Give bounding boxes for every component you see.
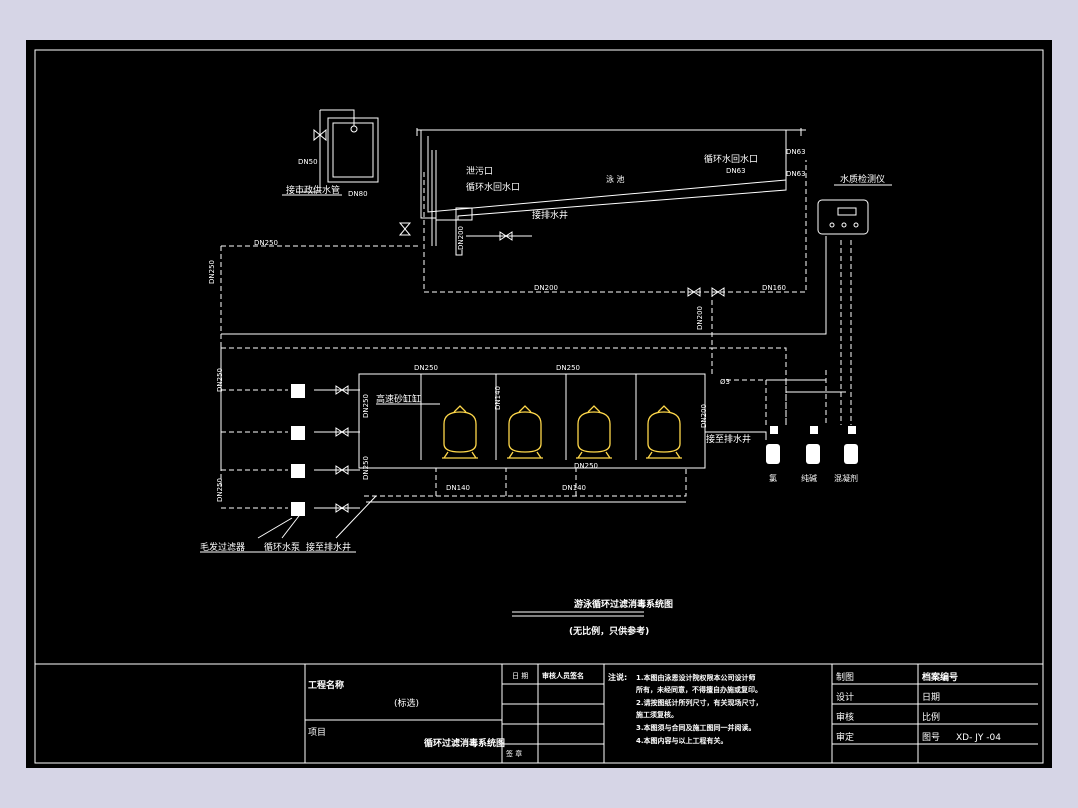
filter-room	[358, 373, 706, 469]
dosing-tank-soda	[806, 444, 820, 464]
note-1: 1.本图由泳恩设计院权限本公司设计师	[636, 673, 756, 682]
chem-2-label: 纯碱	[801, 473, 817, 483]
pipe-label-dn250-v3: DN250	[362, 394, 370, 418]
pipe-label-dn140: DN140	[494, 386, 502, 410]
sand-filter-1	[442, 405, 478, 459]
return-inlet-left-label: 循环水回水口	[466, 181, 520, 193]
drawing-note: (无比例，只供参考)	[569, 625, 649, 637]
date2-label: 日期	[922, 692, 940, 703]
main-return-loop	[220, 160, 807, 470]
sand-tank-label: 高速砂缸缸	[376, 393, 421, 405]
pipe-label-dn63-a: DN63	[726, 167, 746, 175]
pipe-label-dn250-v4: DN250	[362, 456, 370, 480]
float-valve-icon	[350, 125, 358, 133]
notes-label: 注说:	[608, 672, 627, 682]
pipe-label-dn200-b: DN200	[457, 226, 465, 250]
drain-outlet-label: 泄污口	[466, 165, 493, 177]
item-value: 循环过滤消毒系统图	[424, 737, 505, 749]
pipe-label-dn250-l2: DN250	[216, 368, 224, 392]
pipe-label-dn250-left: DN250	[208, 260, 216, 284]
pool-label: 泳 池	[606, 174, 625, 184]
pipe-label-dn140-b1: DN140	[446, 484, 470, 492]
analyzer-label: 水质检测仪	[840, 173, 885, 185]
pipe-label-dn80: DN80	[348, 190, 368, 198]
pipe-label-dn63-b: DN63	[786, 148, 806, 156]
drawing-border	[34, 49, 1044, 764]
pump-3-icon	[291, 464, 305, 478]
dosing-tanks	[766, 426, 858, 464]
pump-group	[221, 384, 360, 516]
pipe-label-dn250-h2: DN250	[556, 364, 580, 372]
seal-label: 签 章	[506, 749, 522, 758]
note-2: 所有，未经同意，不得擅自办施或复印。	[636, 685, 762, 694]
pipe-label-dn200-v6: DN200	[700, 404, 708, 428]
pipe-label-dn250-v5: DN250	[216, 478, 224, 502]
header-tank	[327, 117, 379, 183]
drawn-label: 制图	[836, 671, 854, 683]
to-drain-pit-3-label: 接至排水井	[306, 541, 351, 553]
scale-label: 比例	[922, 711, 940, 723]
pipe-label-dn50: DN50	[298, 158, 318, 166]
design-label: 设计	[836, 691, 854, 703]
note-5: 3.本图须与合同及施工图同一并阅读。	[636, 723, 756, 732]
date-label: 日 期	[512, 672, 528, 680]
pump-1-icon	[291, 384, 305, 398]
sand-filter-2	[507, 405, 543, 459]
pipe-label-dn140-b2: DN140	[562, 484, 586, 492]
pump-4-icon	[291, 502, 305, 516]
dosing-tank-coagulant	[844, 444, 858, 464]
project-name-label: 工程名称	[308, 679, 344, 691]
pipe-label-dn250-top: DN250	[254, 239, 278, 247]
pipe-label-dn200-v: DN200	[696, 306, 704, 330]
pump-label: 循环水泵	[264, 541, 300, 553]
check-label: 审核	[836, 711, 854, 723]
note-4: 施工须复核。	[636, 710, 678, 719]
pipe-label-dn160: DN160	[762, 284, 786, 292]
pump-2-icon	[291, 426, 305, 440]
sand-filter-4	[646, 405, 682, 459]
to-drain-pit-label: 接排水井	[532, 209, 568, 221]
drawing-title: 游泳循环过滤消毒系统图	[574, 598, 673, 610]
sand-filter-group	[442, 405, 682, 459]
note-3: 2.请按图纸计所列尺寸，有关现场尺寸，	[636, 698, 763, 707]
pipe-label-dn250-h1: DN250	[414, 364, 438, 372]
header-tank-inner	[332, 122, 374, 178]
chem-1-label: 氯	[769, 473, 777, 483]
return-inlet-right-label: 循环水回水口	[704, 153, 758, 165]
pipe-label-phi3: Ø3	[720, 378, 730, 386]
note-6: 4.本图内容与以上工程有关。	[636, 736, 728, 745]
pipe-label-dn63-c: DN63	[786, 170, 806, 178]
pipe-label-dn200-a: DN200	[534, 284, 558, 292]
to-drain-pit-2-label: 接至排水井	[706, 433, 751, 445]
drawing-sheet: DN50 DN80 接市政供水管 泳 池 泄污口 循环水回水口 循环水回水口 D…	[26, 40, 1052, 768]
drawing-no-label: 图号	[922, 732, 940, 743]
item-label: 项目	[308, 727, 326, 738]
approve-label: 审定	[836, 731, 854, 743]
pipe-label-dn250-bot: DN250	[574, 462, 598, 470]
project-name-value: (标选)	[394, 697, 419, 709]
water-quality-analyzer	[817, 199, 869, 235]
hair-filter-label: 毛发过滤器	[200, 541, 245, 553]
city-water-pipe	[306, 109, 355, 193]
archive-label: 档案编号	[922, 671, 958, 683]
city-water-label: 接市政供水管	[286, 184, 340, 196]
dosing-tank-chlorine	[766, 444, 780, 464]
schematic-svg: DN50 DN80 接市政供水管 泳 池 泄污口 循环水回水口 循环水回水口 D…	[34, 49, 1044, 764]
reviewer-label: 审核人员签名	[542, 671, 584, 680]
sand-filter-3	[576, 405, 612, 459]
drawing-no-value: XD- JY -04	[956, 733, 1001, 743]
main-supply-line	[221, 236, 827, 335]
chem-3-label: 混凝剂	[834, 473, 858, 483]
